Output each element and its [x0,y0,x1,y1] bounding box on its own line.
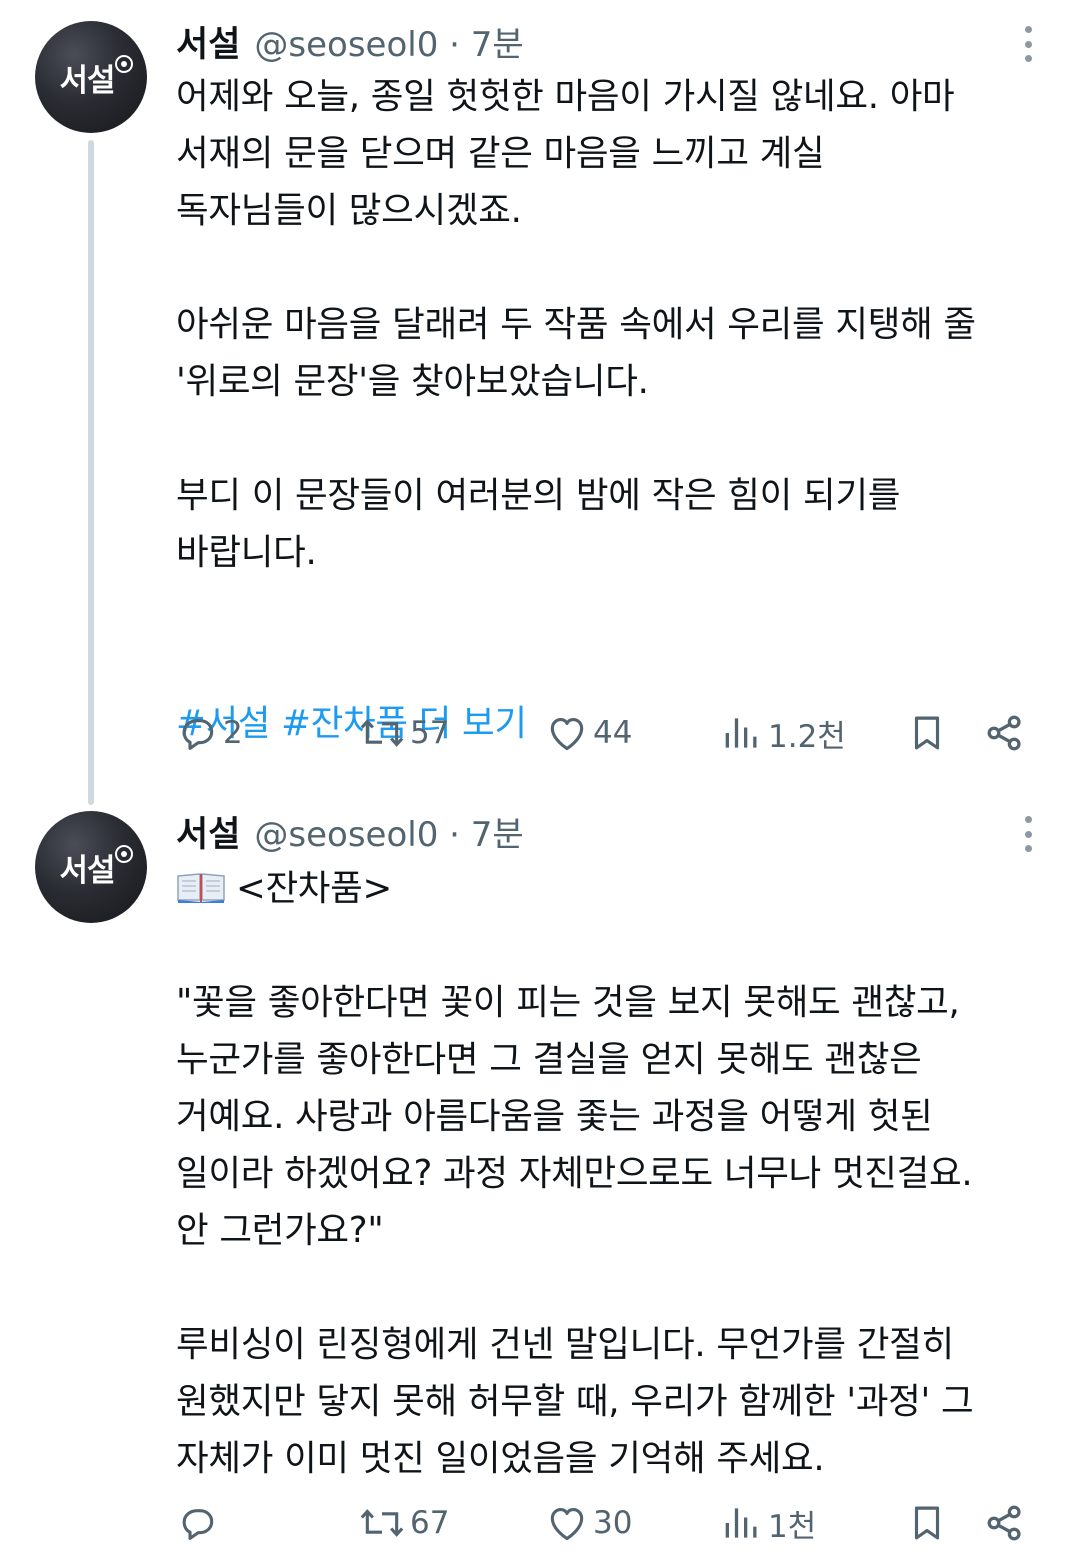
share-icon [987,1505,1021,1541]
tweet-header: 서설 @seoseol0 · 7분 [176,16,524,66]
author-name[interactable]: 서설 [176,806,240,857]
avatar[interactable]: 서설 [35,811,147,923]
action-bar: 2 57 44 1.2천 [0,703,1080,763]
like-button[interactable]: 30 [545,1493,632,1553]
like-button[interactable]: 44 [545,703,632,763]
bookmark-button[interactable] [906,703,948,763]
tweet-text: <잔차품> "꽃을 좋아한다면 꽃이 피는 것을 보지 못해도 괜찮고, 누군가… [176,860,1056,1487]
retweet-icon [360,719,404,747]
retweet-count: 67 [410,1505,450,1541]
views-button[interactable]: 1천 [720,1493,816,1553]
reply-button[interactable] [175,1493,223,1553]
more-icon[interactable] [1022,816,1034,852]
avatar-flower-mark [115,845,133,863]
action-bar: 67 30 1천 [0,1493,1080,1553]
more-icon[interactable] [1022,26,1034,62]
avatar-text: 서설 [59,62,115,99]
author-name[interactable]: 서설 [176,16,240,67]
views-count: 1.2천 [768,718,846,755]
tweet-1[interactable]: 서설 서설 @seoseol0 · 7분 어제와 오늘, 종일 헛헛한 마음이 … [0,0,1080,790]
avatar-text: 서설 [59,852,115,889]
heart-icon [550,1508,584,1541]
views-button[interactable]: 1.2천 [720,703,846,763]
heart-icon [550,718,584,751]
reply-icon [182,1509,214,1540]
tweet-2[interactable]: 서설 서설 @seoseol0 · 7분 <잔차품> "꽃을 좋아한다면 꽃이 … [0,790,1080,1546]
tweet-text: 어제와 오늘, 종일 헛헛한 마음이 가시질 않네요. 아마 서재의 문을 닫으… [176,68,1056,752]
author-handle-time[interactable]: @seoseol0 · 7분 [254,807,523,856]
avatar[interactable]: 서설 [35,21,147,133]
reply-button[interactable]: 2 [175,703,243,763]
reply-count: 2 [223,715,243,751]
open-book-icon [177,873,225,903]
author-handle-time[interactable]: @seoseol0 · 7분 [254,17,523,66]
like-count: 44 [593,715,633,751]
tweet-text-content: "꽃을 좋아한다면 꽃이 피는 것을 보지 못해도 괜찮고, 누군가를 좋아한다… [176,982,974,1479]
bookmark-icon [914,716,940,750]
tweet-header: 서설 @seoseol0 · 7분 [176,806,524,856]
share-button[interactable] [983,703,1027,763]
views-icon [725,1508,757,1538]
retweet-count: 57 [410,715,450,751]
like-count: 30 [593,1505,633,1541]
share-button[interactable] [983,1493,1027,1553]
views-count: 1천 [768,1508,817,1545]
tweet-text-first-line: <잔차품> [236,868,392,909]
share-icon [987,715,1021,751]
tweet-text-content: 어제와 오늘, 종일 헛헛한 마음이 가시질 않네요. 아마 서재의 문을 닫으… [176,76,976,573]
reply-icon [182,719,214,750]
bookmark-icon [914,1506,940,1540]
views-icon [725,718,757,748]
retweet-icon [360,1509,404,1537]
retweet-button[interactable]: 57 [358,703,449,763]
bookmark-button[interactable] [906,1493,948,1553]
retweet-button[interactable]: 67 [358,1493,449,1553]
avatar-flower-mark [115,55,133,73]
